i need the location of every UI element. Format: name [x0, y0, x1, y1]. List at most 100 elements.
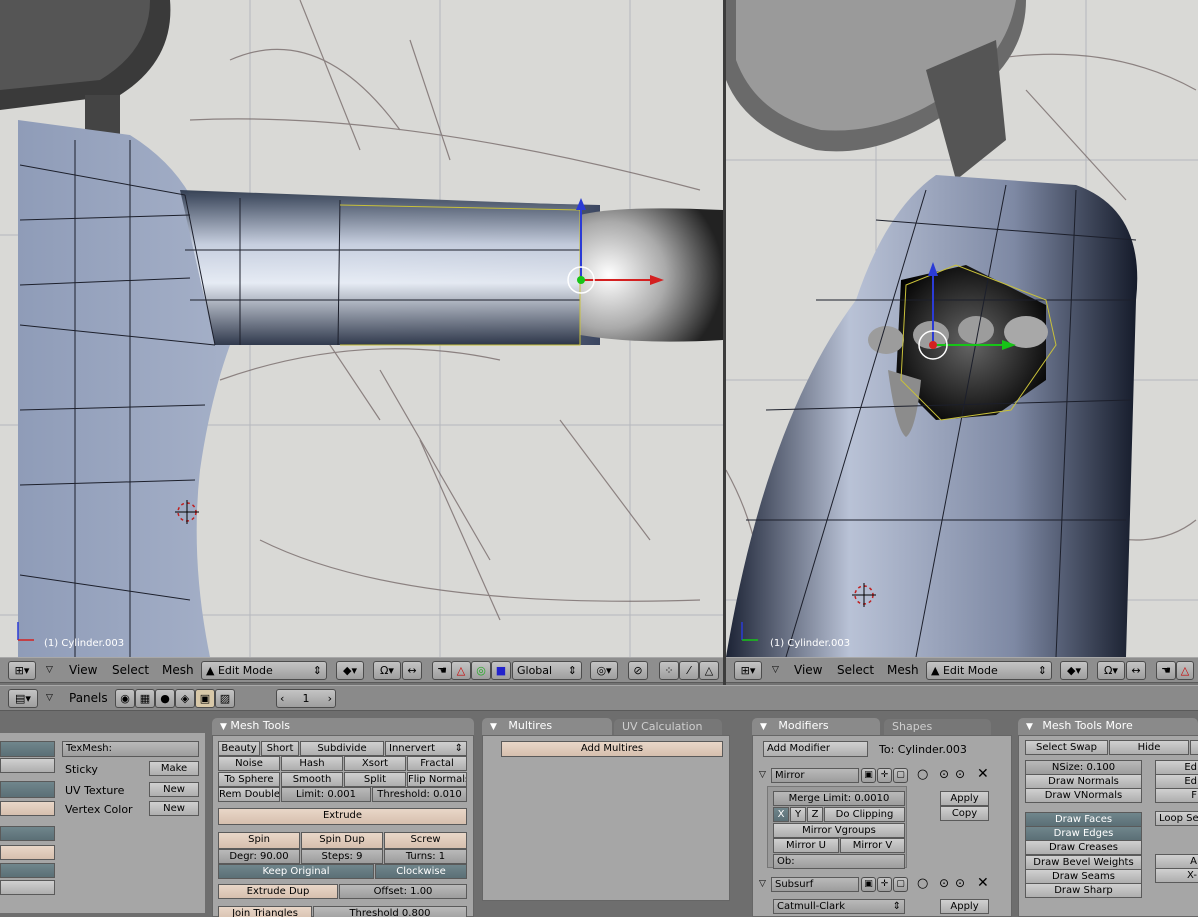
loop-select-button[interactable]: Loop Se — [1155, 811, 1198, 826]
offset-field[interactable]: Offset: 1.00 — [339, 884, 467, 899]
do-clipping-toggle[interactable]: Do Clipping — [824, 807, 905, 822]
draw-creases-toggle[interactable]: Draw Creases — [1025, 840, 1142, 855]
mode-select[interactable]: ▲ Edit Mode ⇕ — [926, 661, 1052, 680]
to-sphere-button[interactable]: To Sphere — [218, 772, 280, 787]
partial-button-6[interactable] — [0, 863, 55, 878]
partial-button-5[interactable] — [0, 845, 55, 860]
transform-space-icon[interactable]: ■ — [491, 661, 511, 680]
mesh-tools-more-tab[interactable]: ▼ Mesh Tools More — [1018, 718, 1198, 735]
render-toggle-icon[interactable]: ▣ — [861, 768, 876, 783]
add-multires-button[interactable]: Add Multires — [501, 741, 723, 757]
buttons-editor-type-icon[interactable]: ▤▾ — [8, 689, 38, 708]
mirror-u-toggle[interactable]: Mirror U — [773, 838, 839, 853]
mirror-x-toggle[interactable]: X — [773, 807, 789, 822]
short-toggle[interactable]: Short — [261, 741, 299, 756]
editing-context-icon[interactable]: ▣ — [195, 689, 215, 708]
view-menu[interactable]: View — [794, 663, 822, 677]
draw-normals-toggle[interactable]: Draw Normals — [1025, 774, 1142, 789]
subdivide-button[interactable]: Subdivide — [300, 741, 384, 756]
merge-limit-field[interactable]: Merge Limit: 0.0010 — [773, 791, 905, 806]
face-select-icon[interactable]: △ — [699, 661, 719, 680]
sticky-make-button[interactable]: Make — [149, 761, 199, 776]
spin-dup-button[interactable]: Spin Dup — [301, 832, 383, 849]
join-triangles-button[interactable]: Join Triangles — [218, 906, 312, 917]
partial-button-2[interactable] — [0, 781, 55, 798]
add-modifier-button[interactable]: Add Modifier — [763, 741, 868, 757]
subsurf-editmode-toggle-icon[interactable]: ✛ — [877, 877, 892, 892]
subsurf-cage-toggle-icon[interactable]: ▢ — [893, 877, 908, 892]
rotate-tri-icon[interactable]: △ — [451, 661, 471, 680]
collapse-menu-icon[interactable]: ▽ — [772, 665, 779, 675]
frame-number-field[interactable]: ‹ 1 › — [276, 689, 336, 708]
subsurf-apply-button[interactable]: Apply — [940, 899, 989, 914]
edge-select-icon[interactable]: ⁄ — [679, 661, 699, 680]
left-3d-viewport[interactable]: (1) Cylinder.003 — [0, 0, 723, 657]
subsurf-render-toggle-icon[interactable]: ▣ — [861, 877, 876, 892]
subsurf-delete-icon[interactable]: ✕ — [977, 875, 989, 891]
subsurf-name-field[interactable]: Subsurf — [771, 877, 859, 892]
mesh-more-partial-button[interactable] — [1190, 740, 1198, 755]
editmode-toggle-icon[interactable]: ✛ — [877, 768, 892, 783]
extrude-button[interactable]: Extrude — [218, 808, 467, 825]
noise-button[interactable]: Noise — [218, 756, 280, 771]
mirror-move-down-icon[interactable]: ⊙ — [955, 767, 965, 781]
editor-type-icon[interactable]: ⊞▾ — [734, 661, 762, 680]
multires-tab[interactable]: ▼ Multires — [482, 718, 612, 735]
right-3d-viewport[interactable]: (1) Cylinder.003 — [726, 0, 1198, 657]
clockwise-toggle[interactable]: Clockwise — [375, 864, 467, 879]
draw-edges-toggle[interactable]: Draw Edges — [1025, 826, 1142, 841]
proportional-icon[interactable]: ⊘ — [628, 661, 648, 680]
turns-field[interactable]: Turns: 1 — [384, 849, 467, 864]
grab-hand-icon[interactable]: ☚ — [432, 661, 452, 680]
subsurf-move-up-icon[interactable]: ⊙ — [939, 876, 949, 890]
grab-hand-icon[interactable]: ☚ — [1156, 661, 1176, 680]
view-menu[interactable]: View — [69, 663, 97, 677]
mirror-collapse-icon[interactable]: ▽ — [759, 770, 766, 780]
mesh-menu[interactable]: Mesh — [887, 663, 919, 677]
threshold-field[interactable]: Threshold: 0.010 — [372, 787, 467, 802]
draw-bevel-weights-toggle[interactable]: Draw Bevel Weights — [1025, 855, 1142, 870]
magnet-icon[interactable]: Ω▾ — [373, 661, 401, 680]
beauty-toggle[interactable]: Beauty — [218, 741, 260, 756]
subsurf-collapse-icon[interactable]: ▽ — [759, 879, 766, 889]
rotate-tri-icon[interactable]: △ — [1176, 661, 1194, 680]
mirror-z-toggle[interactable]: Z — [807, 807, 823, 822]
partial-button-7[interactable] — [0, 880, 55, 895]
draw-vnormals-toggle[interactable]: Draw VNormals — [1025, 788, 1142, 803]
shapes-tab[interactable]: Shapes — [884, 719, 991, 736]
ed-toggle-1[interactable]: Ed — [1155, 760, 1198, 775]
magnet-icon[interactable]: Ω▾ — [1097, 661, 1125, 680]
innervert-select[interactable]: Innervert ⇕ — [385, 741, 467, 756]
partial-button-1[interactable] — [0, 741, 55, 757]
scale-circle-icon[interactable]: ◎ — [471, 661, 491, 680]
mirror-name-field[interactable]: Mirror — [771, 768, 859, 783]
mirror-move-up-icon[interactable]: ⊙ — [939, 767, 949, 781]
orientation-select[interactable]: Global ⇕ — [512, 661, 582, 680]
vertex-color-new-button[interactable]: New — [149, 801, 199, 816]
keep-original-toggle[interactable]: Keep Original — [218, 864, 374, 879]
uv-calculation-tab[interactable]: UV Calculation — [614, 719, 722, 736]
nsize-field[interactable]: NSize: 0.100 — [1025, 760, 1142, 775]
limit-field[interactable]: Limit: 0.001 — [281, 787, 371, 802]
rem-double-button[interactable]: Rem Double — [218, 787, 280, 802]
a-button[interactable]: A — [1155, 854, 1198, 869]
buttons-collapse-icon[interactable]: ▽ — [46, 693, 53, 703]
select-menu[interactable]: Select — [112, 663, 149, 677]
ed-toggle-2[interactable]: Ed — [1155, 774, 1198, 789]
pivot-icon[interactable]: ◎▾ — [590, 661, 618, 680]
subsurf-cage-circle-icon[interactable]: ○ — [917, 876, 928, 891]
degr-field[interactable]: Degr: 90.00 — [218, 849, 300, 864]
hash-button[interactable]: Hash — [281, 756, 343, 771]
select-menu[interactable]: Select — [837, 663, 874, 677]
object-context-icon[interactable]: ◈ — [175, 689, 195, 708]
draw-type-icon[interactable]: ◆▾ — [336, 661, 364, 680]
script-context-icon[interactable]: ▦ — [135, 689, 155, 708]
select-swap-button[interactable]: Select Swap — [1025, 740, 1108, 755]
xsort-button[interactable]: Xsort — [344, 756, 406, 771]
mirror-v-toggle[interactable]: Mirror V — [840, 838, 905, 853]
mirror-object-field[interactable]: Ob: — [773, 854, 905, 869]
smooth-button[interactable]: Smooth — [281, 772, 343, 787]
modifiers-tab[interactable]: ▼ Modifiers — [752, 718, 880, 735]
x-mirror-button[interactable]: X- — [1155, 868, 1198, 883]
threshold-join-field[interactable]: Threshold 0.800 — [313, 906, 467, 917]
